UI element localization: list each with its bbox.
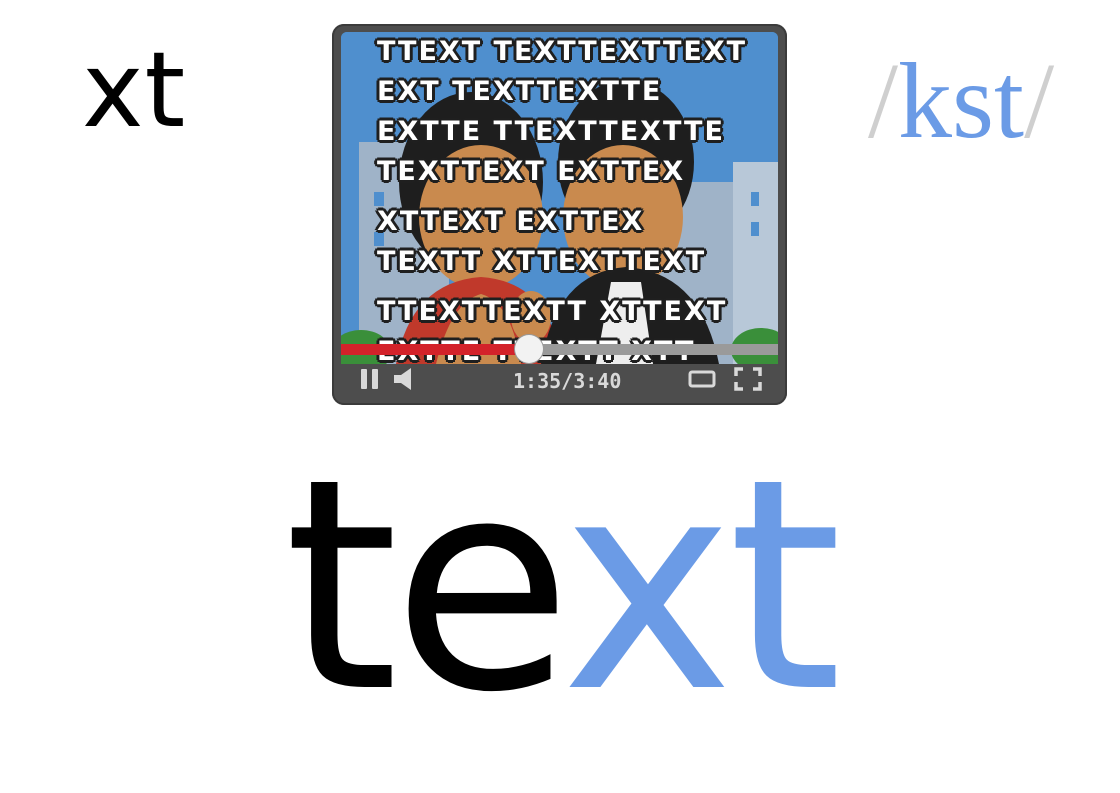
subtitle-line: TTEXT TEXTTEXTTEXT [377,36,748,67]
subtitle-line: EXTTE TTEXTTEXTTE [377,116,725,147]
video-screen[interactable]: TTEXT TEXTTEXTTEXT EXT TEXTTEXTTE EXTTE … [341,32,778,364]
fullscreen-icon[interactable] [733,366,763,392]
subtitle-block: TTEXT TEXTTEXTTEXT EXT TEXTTEXTTE EXTTE … [377,32,777,364]
word-plain-part: te [284,416,567,756]
subtitle-line: TEXTT XTTEXTTEXT [377,246,707,277]
subtitle-line: TEXTTEXT EXTTEX [377,156,686,187]
phonetic-transcription: /kst/ [868,48,1054,156]
pause-icon[interactable] [359,366,381,392]
word-highlighted-part: xt [561,416,842,756]
subtitle-line: XTTEXT EXTTEX [377,206,645,237]
time-readout: 1:35/3:40 [513,369,622,393]
progress-scrubber-handle[interactable] [514,335,543,363]
progress-played [341,344,529,355]
volume-icon[interactable] [391,366,421,392]
subtitle-line: EXT TEXTTEXTTE [377,76,663,107]
video-player: TTEXT TEXTTEXTTEXT EXT TEXTTEXTTE EXTTE … [332,24,787,405]
corner-word: xt [82,29,187,151]
player-controls: 1:35/3:40 [341,362,778,398]
theater-mode-icon[interactable] [687,366,717,392]
vocabulary-word: text [284,440,842,732]
progress-bar[interactable] [341,335,778,363]
phonetic-close-slash: / [1024,42,1055,161]
subtitle-line: TTEXTTEXTT XTTEXT [377,296,728,327]
phonetic-sounds: kst [898,42,1025,161]
phonetic-open-slash: / [868,42,899,161]
